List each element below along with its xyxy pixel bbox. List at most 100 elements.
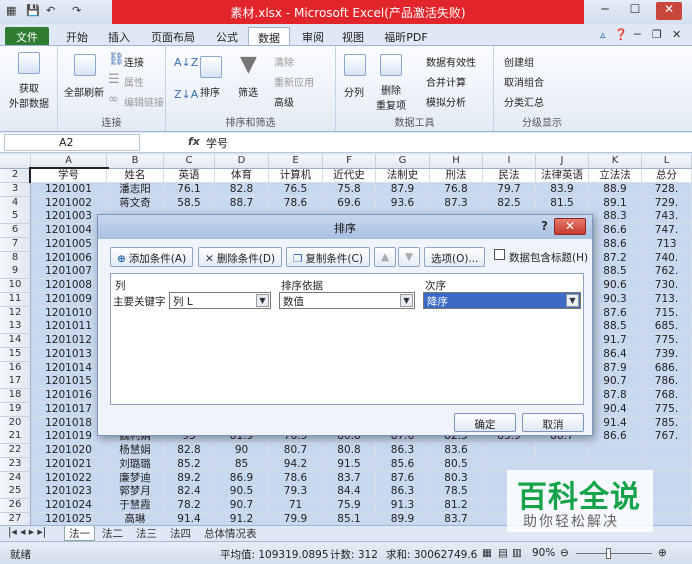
sort-za-icon[interactable]: Z↓A	[174, 88, 198, 101]
table-cell[interactable]: 85.2	[164, 457, 215, 472]
table-cell[interactable]: 79.7	[483, 182, 536, 197]
what-if-button[interactable]: 模拟分析	[426, 94, 466, 109]
table-cell[interactable]: 775.	[642, 402, 692, 417]
table-cell[interactable]: 739.	[642, 347, 692, 362]
table-cell[interactable]: 91.2	[215, 512, 269, 525]
row-header[interactable]: 8	[0, 251, 31, 266]
header-cell[interactable]: 总分	[642, 169, 692, 183]
sheet-nav-icon[interactable]: |◂ ◂ ▸ ▸|	[4, 526, 50, 541]
table-cell[interactable]: 蒋文奇	[107, 196, 164, 211]
table-cell[interactable]: 1201014	[31, 361, 107, 376]
wb-minimize-icon[interactable]: ─	[634, 28, 641, 41]
view-page-break-icon[interactable]: ▥	[512, 547, 522, 559]
header-cell[interactable]: 刑法	[430, 169, 483, 183]
subtotal-button[interactable]: 分类汇总	[504, 94, 544, 109]
zoom-slider[interactable]	[576, 553, 652, 554]
table-cell[interactable]: 90.4	[589, 402, 642, 417]
zoom-thumb[interactable]	[606, 548, 611, 559]
remove-duplicates-button[interactable]: 删除 重复项	[376, 82, 406, 112]
table-cell[interactable]: 1201013	[31, 347, 107, 362]
tab-data[interactable]: 数据	[248, 27, 290, 45]
table-cell[interactable]: 90	[215, 444, 269, 458]
row-header[interactable]: 9	[0, 265, 31, 280]
table-cell[interactable]: 87.2	[589, 251, 642, 266]
table-cell[interactable]: 于慧霞	[107, 499, 164, 513]
header-cell[interactable]: 英语	[164, 169, 215, 183]
table-cell[interactable]: 76.8	[430, 182, 483, 197]
ribbon-collapse-icon[interactable]: ▵	[600, 28, 606, 41]
fx-icon[interactable]: fx	[188, 135, 200, 148]
table-cell[interactable]: 1201016	[31, 389, 107, 403]
table-cell[interactable]: 785.	[642, 416, 692, 431]
table-cell[interactable]: 1201024	[31, 499, 107, 513]
column-header-i[interactable]: I	[483, 155, 536, 169]
table-cell[interactable]: 762.	[642, 265, 692, 280]
table-cell[interactable]: 82.5	[483, 196, 536, 211]
table-cell[interactable]: 767.	[642, 430, 692, 445]
close-window-button[interactable]: ✕	[656, 2, 682, 20]
table-cell[interactable]: 88.5	[589, 320, 642, 335]
column-header-g[interactable]: G	[376, 155, 430, 169]
table-cell[interactable]: 69.6	[323, 196, 376, 211]
header-cell[interactable]: 民法	[483, 169, 536, 183]
row-header[interactable]: 20	[0, 416, 31, 431]
table-cell[interactable]: 高琳	[107, 512, 164, 525]
column-header-l[interactable]: L	[642, 155, 692, 169]
table-cell[interactable]: 1201001	[31, 182, 107, 197]
cancel-button[interactable]: 取消	[522, 413, 584, 432]
formula-input[interactable]: 学号	[206, 135, 228, 151]
table-cell[interactable]: 1201008	[31, 279, 107, 293]
header-cell[interactable]: 近代史	[323, 169, 376, 183]
column-header-f[interactable]: F	[323, 155, 376, 169]
row-header[interactable]: 23	[0, 457, 31, 472]
table-cell[interactable]: 84.4	[323, 485, 376, 500]
row-header[interactable]: 21	[0, 430, 31, 445]
table-cell[interactable]	[589, 444, 642, 458]
row-header[interactable]: 17	[0, 375, 31, 390]
table-cell[interactable]: 1201002	[31, 196, 107, 211]
row-header[interactable]: 14	[0, 334, 31, 348]
table-cell[interactable]: 91.5	[323, 457, 376, 472]
sort-button[interactable]: 排序	[200, 84, 220, 99]
table-cell[interactable]: 潘志阳	[107, 182, 164, 197]
table-cell[interactable]: 90.7	[589, 375, 642, 390]
help-icon[interactable]: ❓	[614, 28, 628, 41]
table-cell[interactable]: 713	[642, 237, 692, 252]
table-cell[interactable]: 82.8	[215, 182, 269, 197]
view-page-layout-icon[interactable]: ▤	[498, 547, 508, 559]
properties-button[interactable]: 属性	[124, 74, 144, 89]
ok-button[interactable]: 确定	[454, 413, 516, 432]
zoom-out-icon[interactable]: ⊖	[560, 547, 569, 559]
header-cell[interactable]: 立法法	[589, 169, 642, 183]
table-cell[interactable]: 713.	[642, 292, 692, 307]
table-cell[interactable]: 743.	[642, 210, 692, 225]
reapply-button[interactable]: 重新应用	[274, 74, 314, 89]
row-header[interactable]: 26	[0, 499, 31, 513]
table-cell[interactable]: 91.4	[589, 416, 642, 431]
table-cell[interactable]	[536, 444, 589, 458]
table-cell[interactable]: 87.9	[589, 361, 642, 376]
table-cell[interactable]: 86.6	[589, 224, 642, 238]
order-select[interactable]: 降序 ▼	[423, 292, 581, 309]
tab-file[interactable]: 文件	[5, 27, 49, 45]
column-header-e[interactable]: E	[269, 155, 323, 169]
sheet-tab[interactable]: 法一	[64, 526, 95, 541]
table-cell[interactable]: 747.	[642, 224, 692, 238]
table-cell[interactable]: 1201023	[31, 485, 107, 500]
header-cell[interactable]: 学号	[29, 167, 109, 185]
advanced-button[interactable]: 高级	[274, 94, 294, 109]
dialog-help-icon[interactable]: ?	[541, 219, 548, 233]
options-button[interactable]: 选项(O)...	[424, 247, 486, 267]
table-cell[interactable]: 83.9	[536, 182, 589, 197]
row-header[interactable]: 2	[0, 169, 31, 183]
table-cell[interactable]: 75.9	[323, 499, 376, 513]
table-cell[interactable]: 78.6	[269, 471, 323, 486]
table-cell[interactable]: 88.9	[589, 182, 642, 197]
table-cell[interactable]: 87.6	[589, 306, 642, 321]
row-header[interactable]: 25	[0, 485, 31, 500]
table-cell[interactable]: 85.1	[323, 512, 376, 525]
table-cell[interactable]: 93.6	[376, 196, 430, 211]
tab-review[interactable]: 审阅	[296, 27, 330, 45]
table-cell[interactable]: 89.9	[376, 512, 430, 525]
table-cell[interactable]: 1201012	[31, 334, 107, 348]
